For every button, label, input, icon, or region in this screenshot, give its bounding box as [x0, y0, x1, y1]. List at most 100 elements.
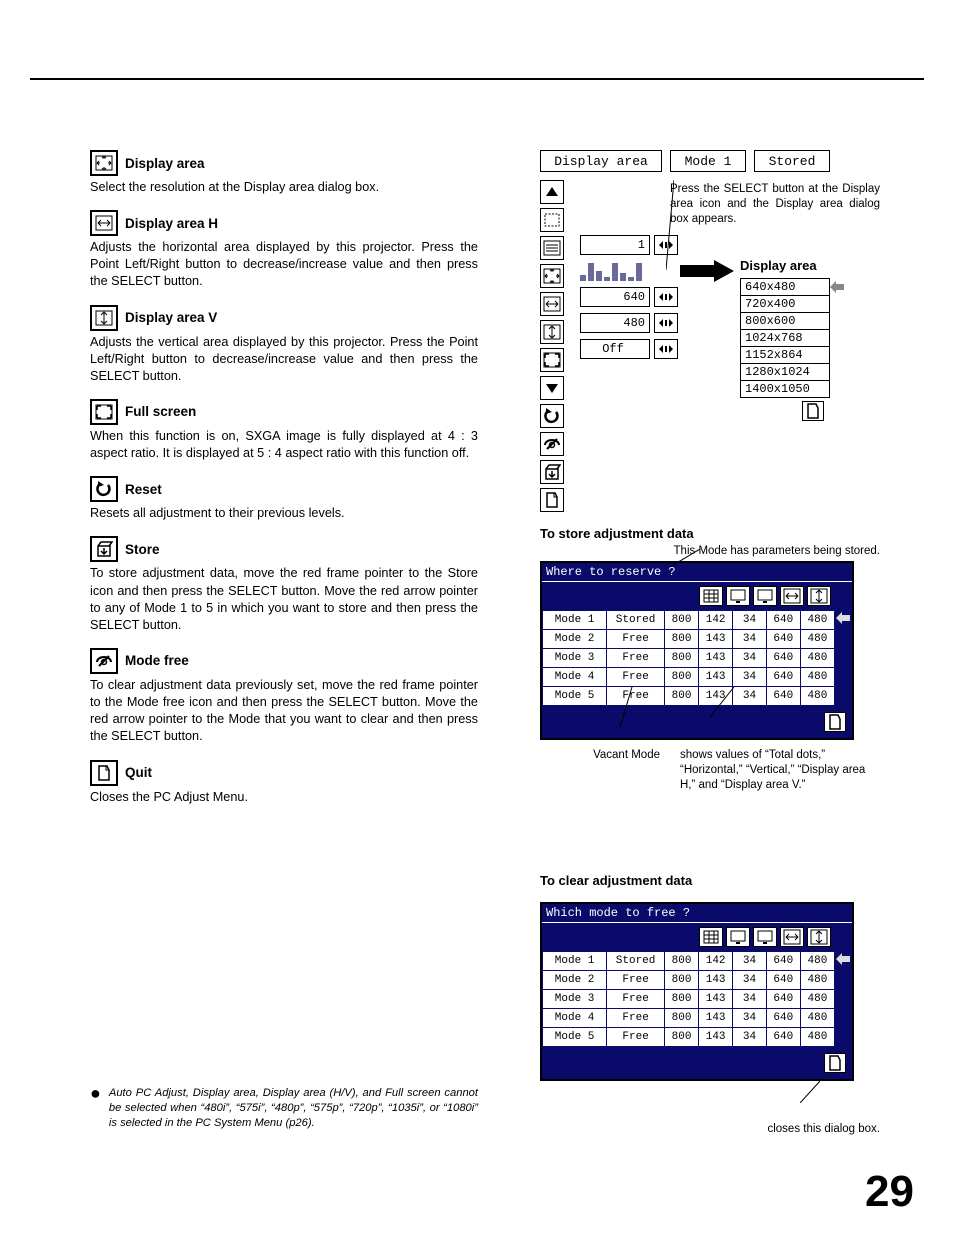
osd-row[interactable]: Mode 4Free80014334640480: [543, 668, 852, 687]
value-h: 640: [580, 287, 650, 307]
section-title: Mode free: [125, 653, 189, 668]
resolution-option[interactable]: 1400x1050: [740, 380, 830, 398]
reset-icon: [90, 476, 118, 502]
header-rule: [30, 78, 924, 80]
page-content: Display area Select the resolution at the…: [90, 150, 880, 1135]
section-display_area_v: Display area V Adjusts the vertical area …: [90, 305, 478, 385]
section-body: Adjusts the vertical area displayed by t…: [90, 334, 478, 385]
resolution-option[interactable]: 1024x768: [740, 329, 830, 347]
resolution-list: 640x480720x400800x6001024x7681152x864128…: [740, 278, 830, 421]
sidebar-down-button[interactable]: [540, 376, 564, 400]
full-screen-icon: [90, 399, 118, 425]
callout-vacant-mode: Vacant Mode: [540, 748, 660, 793]
sidebar-store-button[interactable]: [540, 460, 564, 484]
display-area-h-icon: [90, 210, 118, 236]
osd-icon-row: [542, 923, 852, 951]
osd-row[interactable]: Mode 1Stored80014234640480: [543, 611, 852, 630]
sidebar-mode_free-button[interactable]: [540, 432, 564, 456]
section-mode_free: Mode free To clear adjustment data previo…: [90, 648, 478, 746]
osd-store: Where to reserve ? Mode 1Stored8001423464…: [540, 561, 854, 740]
osd-row[interactable]: Mode 5Free80014334640480: [543, 1027, 852, 1046]
osd-row[interactable]: Mode 4Free80014334640480: [543, 1008, 852, 1027]
footnote: ● Auto PC Adjust, Display area, Display …: [90, 1086, 478, 1131]
section-reset: ResetResets all adjustment to their prev…: [90, 476, 478, 522]
osd-header-icon: [807, 586, 831, 606]
section-body: Select the resolution at the Display are…: [90, 179, 478, 196]
sidebar-reset-button[interactable]: [540, 404, 564, 428]
sidebar-full_screen-button[interactable]: [540, 348, 564, 372]
menu-sidebar: [540, 180, 564, 512]
tab-display-area[interactable]: Display area: [540, 150, 662, 172]
osd-header-icon: [726, 586, 750, 606]
section-title: Display area: [125, 156, 205, 171]
display-area-label: Display area: [740, 258, 817, 273]
section-title: Reset: [125, 482, 162, 497]
osd-header-icon: [699, 586, 723, 606]
sidebar-display_area_v-button[interactable]: [540, 320, 564, 344]
osd-table: Mode 1Stored80014234640480Mode 2Free8001…: [542, 951, 852, 1047]
big-arrow-icon: [680, 260, 734, 282]
tab-stored[interactable]: Stored: [754, 150, 830, 172]
sidebar-display_area_h-button[interactable]: [540, 292, 564, 316]
tab-mode[interactable]: Mode 1: [670, 150, 746, 172]
adjust-lr-button[interactable]: [654, 339, 678, 359]
left-column: Display area Select the resolution at the…: [90, 150, 478, 1135]
value-line1: 1: [580, 235, 650, 255]
resolution-option[interactable]: 1280x1024: [740, 363, 830, 381]
section-quit: Quit Closes the PC Adjust Menu.: [90, 760, 478, 806]
leader-line: [800, 1081, 830, 1103]
section-title: Quit: [125, 765, 152, 780]
callout-values: shows values of “Total dots,” “Horizonta…: [680, 748, 880, 793]
osd-header: Where to reserve ?: [542, 563, 852, 582]
resolution-option[interactable]: 640x480: [740, 278, 830, 296]
section-display_area: Display area Select the resolution at the…: [90, 150, 478, 196]
osd-row[interactable]: Mode 2Free80014334640480: [543, 630, 852, 649]
osd-row[interactable]: Mode 2Free80014334640480: [543, 970, 852, 989]
sidebar-up-button[interactable]: [540, 180, 564, 204]
osd-header-icon: [780, 586, 804, 606]
resolution-option[interactable]: 800x600: [740, 312, 830, 330]
adjust-lr-button[interactable]: [654, 235, 678, 255]
osd-header: Which mode to free ?: [542, 904, 852, 923]
bullet-icon: ●: [90, 1086, 101, 1131]
osd-header-icon: [807, 927, 831, 947]
section-body: To clear adjustment data previously set,…: [90, 677, 478, 746]
right-column: Display area Mode 1 Stored 1 640 480 Off…: [540, 150, 880, 1135]
store-callouts: Vacant Mode shows values of “Total dots,…: [540, 748, 880, 793]
value-fullscreen: Off: [580, 339, 650, 359]
section-body: Closes the PC Adjust Menu.: [90, 789, 478, 806]
section-body: To store adjustment data, move the red f…: [90, 565, 478, 634]
osd-clear: Which mode to free ? Mode 1Stored80014234…: [540, 902, 854, 1081]
sidebar-lines-button[interactable]: [540, 236, 564, 260]
value-column: 1 640 480 Off: [580, 180, 678, 360]
resolution-exit-button[interactable]: [802, 401, 824, 421]
section-title: Display area V: [125, 310, 217, 325]
section-title: Store: [125, 542, 160, 557]
osd-row[interactable]: Mode 3Free80014334640480: [543, 989, 852, 1008]
callout-note: Press the SELECT button at the Display a…: [670, 182, 880, 227]
osd-exit-button[interactable]: [824, 1053, 846, 1073]
resolution-option[interactable]: 1152x864: [740, 346, 830, 364]
section-display_area_h: Display area H Adjusts the horizontal are…: [90, 210, 478, 290]
osd-row[interactable]: Mode 3Free80014334640480: [543, 649, 852, 668]
section-body: Adjusts the horizontal area displayed by…: [90, 239, 478, 290]
osd-header-icon: [699, 927, 723, 947]
store-title: To store adjustment data: [540, 526, 880, 541]
osd-row[interactable]: Mode 1Stored80014234640480: [543, 951, 852, 970]
osd-row[interactable]: Mode 5Free80014334640480: [543, 687, 852, 706]
sidebar-dashed-button[interactable]: [540, 208, 564, 232]
sidebar-display_area-button[interactable]: [540, 264, 564, 288]
section-title: Display area H: [125, 216, 218, 231]
histogram: [580, 261, 642, 281]
sidebar-quit-button[interactable]: [540, 488, 564, 512]
osd-header-icon: [753, 586, 777, 606]
section-body: When this function is on, SXGA image is …: [90, 428, 478, 462]
resolution-option[interactable]: 720x400: [740, 295, 830, 313]
osd-exit-button[interactable]: [824, 712, 846, 732]
adjust-lr-button[interactable]: [654, 287, 678, 307]
store-panel: To store adjustment data This Mode has p…: [540, 526, 880, 793]
selection-arrow-icon: [830, 280, 844, 298]
adjust-lr-button[interactable]: [654, 313, 678, 333]
section-title: Full screen: [125, 404, 196, 419]
display-area-icon: [90, 150, 118, 176]
